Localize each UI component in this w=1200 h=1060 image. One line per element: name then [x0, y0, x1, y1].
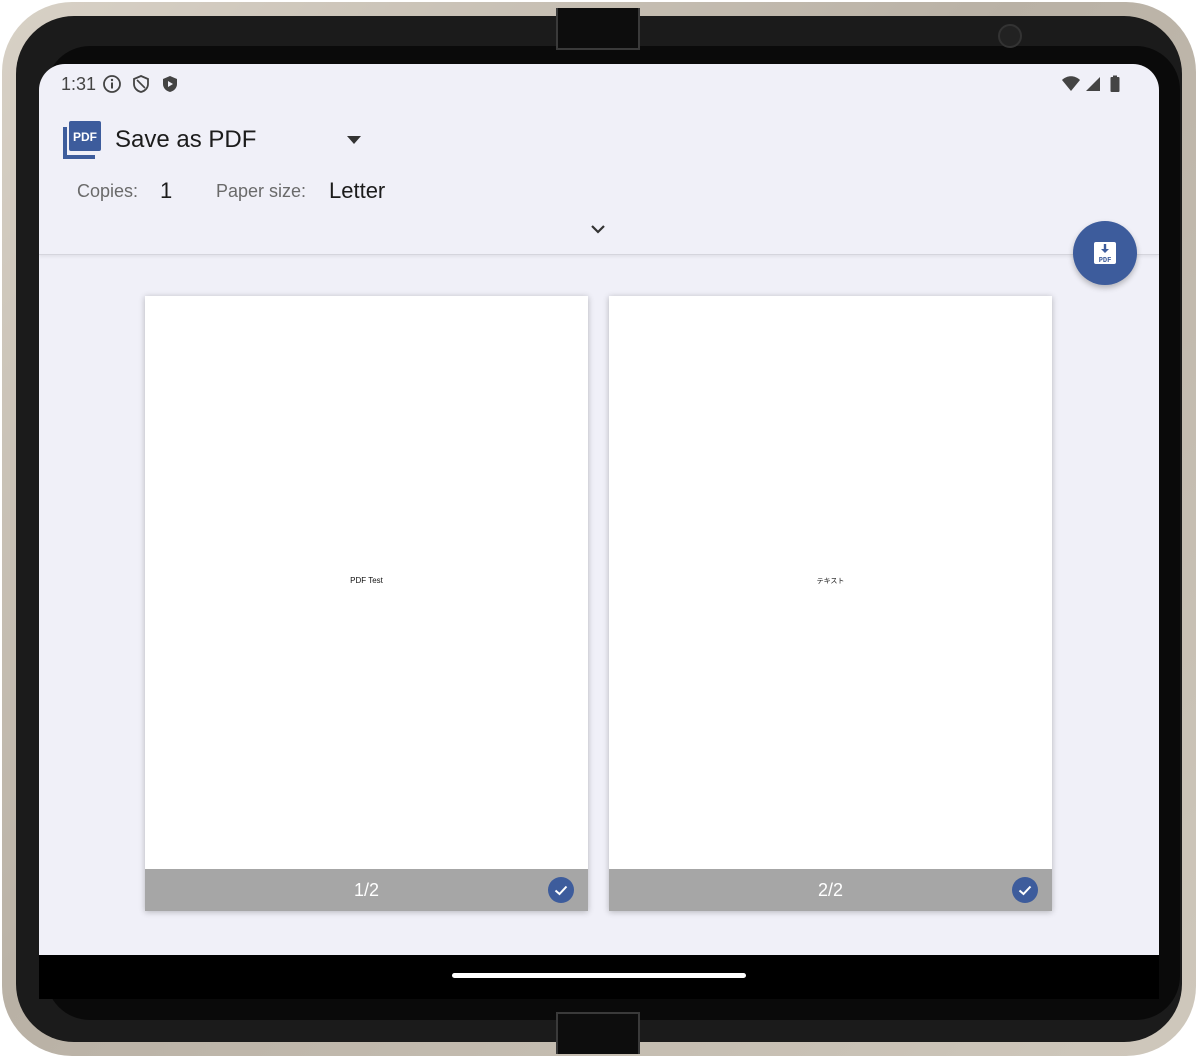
svg-text:PDF: PDF: [73, 130, 97, 144]
front-camera: [998, 24, 1022, 48]
checkmark-icon: [1018, 885, 1032, 896]
status-bar: 1:31: [39, 64, 1159, 104]
hinge-bottom: [556, 1012, 640, 1054]
navigation-bar: [39, 955, 1159, 999]
page-footer: 2/2: [609, 869, 1052, 911]
page-selected-checkbox[interactable]: [548, 877, 574, 903]
checkmark-icon: [554, 885, 568, 896]
battery-icon: [1110, 75, 1120, 92]
save-pdf-button[interactable]: PDF: [1073, 221, 1137, 285]
copies-value[interactable]: 1: [160, 178, 172, 204]
page-number: 1/2: [353, 880, 380, 900]
page-content-text: PDF Test: [350, 576, 383, 585]
shield-play-icon: [163, 76, 177, 92]
pdf-download-icon: PDF: [1094, 242, 1116, 265]
page-number: 2/2: [817, 880, 844, 900]
expand-options-chevron-icon[interactable]: [588, 219, 608, 239]
copies-label: Copies:: [77, 181, 139, 201]
cell-signal-icon: [1086, 77, 1100, 91]
status-time: 1:31: [61, 74, 97, 94]
pdf-file-icon: PDF: [63, 121, 101, 159]
shield-outline-icon: [133, 75, 149, 93]
page-preview-2[interactable]: テキスト 2/2: [609, 296, 1052, 911]
wifi-icon: [1062, 76, 1080, 91]
hinge-top: [556, 8, 640, 50]
paper-size-label: Paper size:: [216, 181, 307, 201]
gesture-handle[interactable]: [452, 973, 746, 978]
paper-size-value[interactable]: Letter: [329, 178, 385, 204]
info-icon: [103, 75, 121, 93]
page-content-text: テキスト: [816, 577, 845, 585]
printer-name: Save as PDF: [115, 126, 257, 153]
page-footer: 1/2: [145, 869, 588, 911]
print-options-header: PDF Save as PDF Copies: 1 Paper size: Le…: [39, 104, 1159, 255]
svg-text:PDF: PDF: [1099, 257, 1112, 265]
dropdown-arrow-icon: [347, 136, 361, 144]
page-selected-checkbox[interactable]: [1012, 877, 1038, 903]
printer-select-dropdown[interactable]: PDF Save as PDF: [63, 120, 373, 160]
page-preview-1[interactable]: PDF Test 1/2: [145, 296, 588, 911]
screen: 1:31 PDF Save as PDF Copies: 1 Paper siz…: [39, 64, 1159, 997]
